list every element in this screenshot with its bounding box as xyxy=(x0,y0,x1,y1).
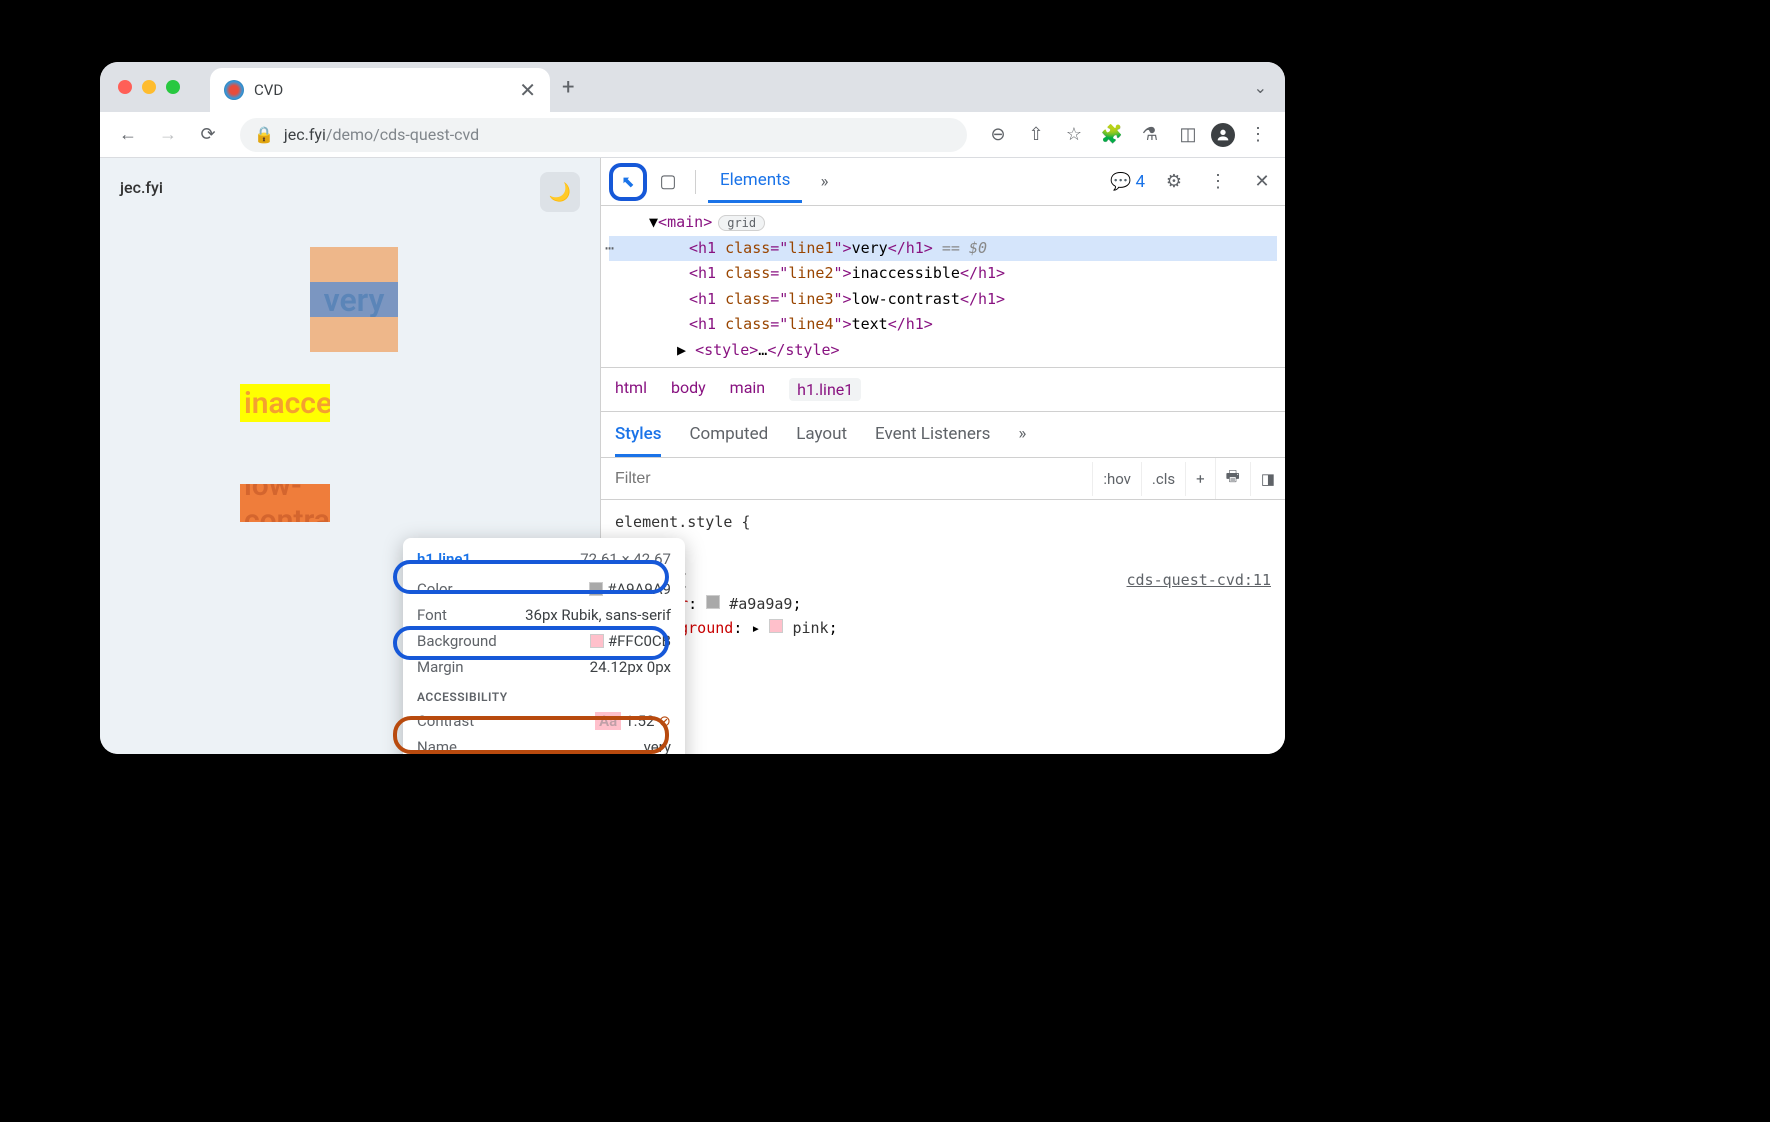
tooltip-font-value: 36px Rubik, sans-serif xyxy=(525,606,671,624)
menu-icon[interactable]: ⋮ xyxy=(1243,120,1273,150)
tab-close-icon[interactable]: ✕ xyxy=(519,78,536,102)
tab-styles-more-icon[interactable]: » xyxy=(1018,424,1026,457)
site-name: jec.fyi xyxy=(120,178,580,197)
toolbar: ← → ⟳ 🔒 jec.fyi/demo/cds-quest-cvd ⊖ ⇧ ☆… xyxy=(100,112,1285,158)
close-brace: } xyxy=(615,640,1271,664)
sidepanel-icon[interactable]: ◫ xyxy=(1173,120,1203,150)
dom-node-style[interactable]: ▶ <style>…</style> xyxy=(609,338,1277,364)
close-window-button[interactable] xyxy=(118,80,132,94)
browser-window: CVD ✕ + ⌄ ← → ⟳ 🔒 jec.fyi/demo/cds-quest… xyxy=(100,62,1285,754)
new-tab-button[interactable]: + xyxy=(562,75,574,100)
tab-computed[interactable]: Computed xyxy=(689,424,768,457)
forward-button[interactable]: → xyxy=(152,119,184,151)
browser-tab[interactable]: CVD ✕ xyxy=(210,68,550,112)
new-rule-icon[interactable]: + xyxy=(1185,462,1215,496)
devtools-close-icon[interactable]: ✕ xyxy=(1247,167,1277,197)
styles-tabs: Styles Computed Layout Event Listeners » xyxy=(601,411,1285,457)
profile-avatar[interactable] xyxy=(1211,123,1235,147)
demo-content: very inaccessible low-contrast xyxy=(240,247,580,522)
maximize-window-button[interactable] xyxy=(166,80,180,94)
address-bar[interactable]: 🔒 jec.fyi/demo/cds-quest-cvd xyxy=(240,118,967,152)
content-area: jec.fyi 🌙 very inaccessible low-contrast… xyxy=(100,158,1285,754)
dom-tree[interactable]: ▼<main>grid <h1 class="line1">very</h1> … xyxy=(601,206,1285,367)
highlight-color-row xyxy=(393,560,669,594)
tab-dropdown-icon[interactable]: ⌄ xyxy=(1254,78,1267,97)
line3-element[interactable]: low-contrast xyxy=(240,484,330,522)
filter-bar: :hov .cls + 🖶 ◨ xyxy=(601,457,1285,500)
computed-sidebar-icon[interactable]: ◨ xyxy=(1250,462,1285,496)
filter-input[interactable] xyxy=(601,460,1092,498)
minimize-window-button[interactable] xyxy=(142,80,156,94)
device-mode-icon[interactable]: ▢ xyxy=(653,167,683,197)
reload-button[interactable]: ⟳ xyxy=(192,119,224,151)
labs-icon[interactable]: ⚗ xyxy=(1135,120,1165,150)
css-bg-value[interactable]: pink xyxy=(792,619,828,637)
extensions-icon[interactable]: 🧩 xyxy=(1097,120,1127,150)
tooltip-font-label: Font xyxy=(417,606,447,624)
color-swatch-icon[interactable] xyxy=(706,595,720,609)
tooltip-margin-label: Margin xyxy=(417,658,464,676)
breadcrumb-h1[interactable]: h1.line1 xyxy=(789,378,861,401)
cls-button[interactable]: .cls xyxy=(1141,462,1185,496)
highlight-contrast-row xyxy=(393,716,669,754)
tab-event-listeners[interactable]: Event Listeners xyxy=(875,424,990,457)
share-icon[interactable]: ⇧ xyxy=(1021,120,1051,150)
line1-element[interactable]: very xyxy=(310,247,398,352)
dom-node-main[interactable]: ▼<main>grid xyxy=(609,210,1277,236)
tab-more-icon[interactable]: » xyxy=(808,162,840,202)
dom-node-h1-line2[interactable]: <h1 class="line2">inaccessible</h1> xyxy=(609,261,1277,287)
devtools-tabs: ⬉ ▢ Elements » 💬4 ⚙ ⋮ ✕ xyxy=(601,158,1285,206)
breadcrumb-html[interactable]: html xyxy=(615,378,647,401)
source-link[interactable]: cds-quest-cvd:11 xyxy=(1127,568,1272,592)
grid-badge[interactable]: grid xyxy=(718,215,765,231)
lock-icon: 🔒 xyxy=(254,125,274,144)
dom-node-h1-line4[interactable]: <h1 class="line4">text</h1> xyxy=(609,312,1277,338)
tooltip-accessibility-heading: ACCESSIBILITY xyxy=(417,690,671,704)
issues-icon: 💬 xyxy=(1110,172,1131,192)
inspect-tooltip: h1.line1 72.61 × 42.67 Color#A9A9A9 Font… xyxy=(403,538,685,754)
line2-element[interactable]: inaccessible xyxy=(240,384,330,422)
line1-text: very xyxy=(310,282,398,317)
print-icon[interactable]: 🖶 xyxy=(1215,458,1250,499)
highlight-bg-row xyxy=(393,626,669,660)
dark-mode-toggle[interactable]: 🌙 xyxy=(540,172,580,212)
tab-favicon-icon xyxy=(224,80,244,100)
issues-badge[interactable]: 💬4 xyxy=(1110,172,1145,192)
element-style-selector: element.style { xyxy=(615,513,750,531)
url-text: jec.fyi/demo/cds-quest-cvd xyxy=(284,125,479,144)
zoom-icon[interactable]: ⊖ xyxy=(983,120,1013,150)
css-color-value[interactable]: #a9a9a9 xyxy=(729,595,792,613)
devtools-panel: ⬉ ▢ Elements » 💬4 ⚙ ⋮ ✕ ▼<main>grid <h1 … xyxy=(600,158,1285,754)
back-button[interactable]: ← xyxy=(112,119,144,151)
tab-title: CVD xyxy=(254,81,509,99)
close-brace: } xyxy=(615,534,1271,558)
page-pane: jec.fyi 🌙 very inaccessible low-contrast… xyxy=(100,158,600,754)
breadcrumb-main[interactable]: main xyxy=(730,378,765,401)
dom-node-h1-line3[interactable]: <h1 class="line3">low-contrast</h1> xyxy=(609,287,1277,313)
traffic-lights xyxy=(118,80,180,94)
styles-pane[interactable]: element.style { } .line1 {cds-quest-cvd:… xyxy=(601,500,1285,674)
dom-node-h1-line1[interactable]: <h1 class="line1">very</h1> == $0 xyxy=(609,236,1277,262)
settings-icon[interactable]: ⚙ xyxy=(1159,167,1189,197)
titlebar: CVD ✕ + ⌄ xyxy=(100,62,1285,112)
inspect-element-button[interactable]: ⬉ xyxy=(609,163,647,201)
bg-swatch-icon[interactable] xyxy=(769,619,783,633)
devtools-menu-icon[interactable]: ⋮ xyxy=(1203,167,1233,197)
tab-elements[interactable]: Elements xyxy=(708,160,802,203)
tab-styles[interactable]: Styles xyxy=(615,424,661,457)
tab-layout[interactable]: Layout xyxy=(796,424,847,457)
breadcrumb-body[interactable]: body xyxy=(671,378,706,401)
tooltip-margin-value: 24.12px 0px xyxy=(590,658,671,676)
hov-button[interactable]: :hov xyxy=(1092,462,1141,496)
dom-breadcrumb: html body main h1.line1 xyxy=(601,367,1285,411)
bookmark-icon[interactable]: ☆ xyxy=(1059,120,1089,150)
